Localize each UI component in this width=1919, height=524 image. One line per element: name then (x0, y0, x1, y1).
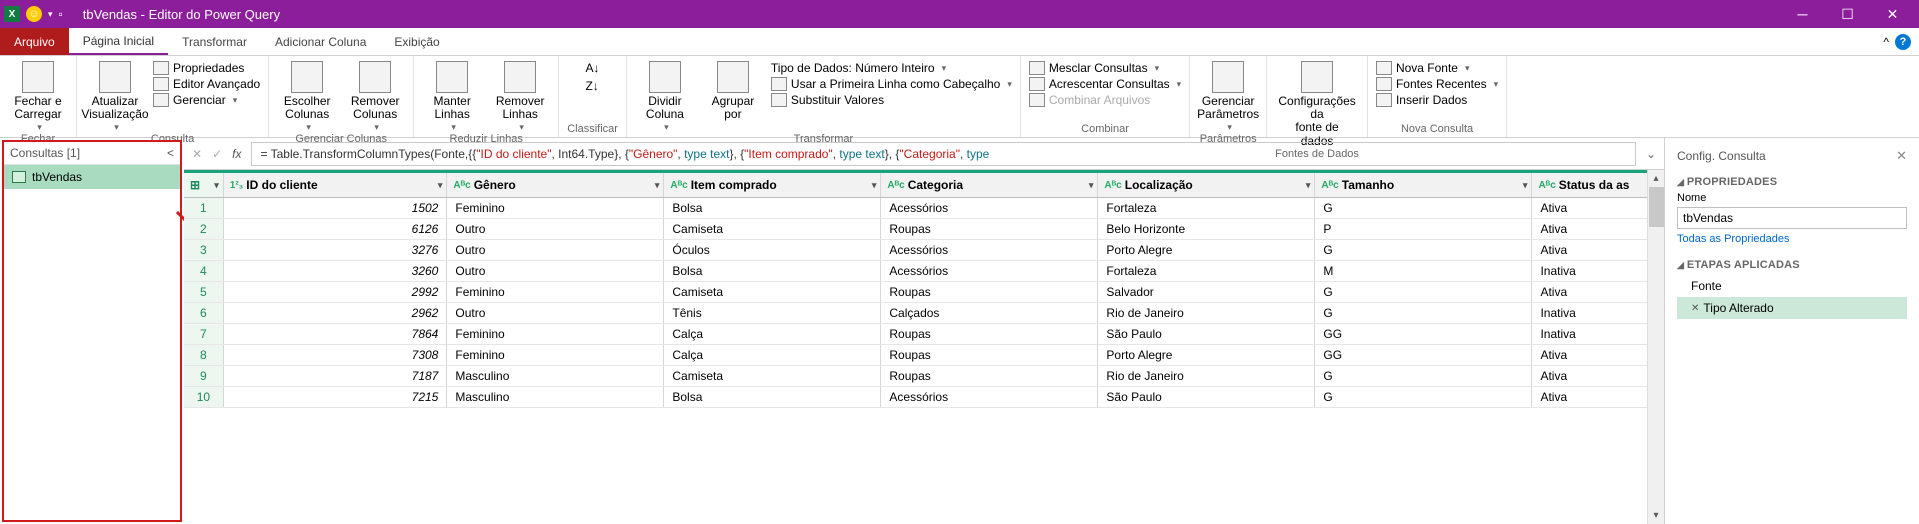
table-row[interactable]: 87308FemininoCalçaRoupasPorto AlegreGGAt… (184, 345, 1664, 366)
file-tab[interactable]: Arquivo (0, 28, 69, 55)
steps-heading: ETAPAS APLICADAS (1677, 259, 1907, 271)
manage-params-button[interactable]: Gerenciar Parâmetros (1198, 61, 1258, 133)
help-icon[interactable]: ? (1895, 34, 1911, 50)
properties-button[interactable]: Propriedades (153, 61, 260, 75)
expand-formula-icon[interactable]: ⌄ (1646, 147, 1656, 161)
name-label: Nome (1677, 192, 1907, 204)
merge-queries-button[interactable]: Mesclar Consultas (1029, 61, 1181, 75)
properties-heading: PROPRIEDADES (1677, 176, 1907, 188)
table-row[interactable]: 97187MasculinoCamisetaRoupasRio de Janei… (184, 366, 1664, 387)
column-header[interactable]: Aᴮc Gênero▾ (447, 172, 664, 198)
tab-home[interactable]: Página Inicial (69, 28, 168, 55)
column-header[interactable]: Aᴮc Localização▾ (1098, 172, 1315, 198)
close-settings-icon[interactable]: ✕ (1896, 148, 1907, 164)
query-settings-panel: Config. Consulta ✕ PROPRIEDADES Nome Toda… (1664, 138, 1919, 524)
vertical-scrollbar[interactable]: ▴▾ (1647, 170, 1664, 524)
group-label: Classificar (567, 123, 618, 137)
adv-editor-button[interactable]: Editor Avançado (153, 77, 260, 91)
column-header[interactable]: Aᴮc Categoria▾ (881, 172, 1098, 198)
column-header[interactable]: Aᴮc Item comprado▾ (664, 172, 881, 198)
cancel-icon[interactable]: ✕ (192, 147, 202, 161)
new-source-button[interactable]: Nova Fonte (1376, 61, 1498, 75)
step-source[interactable]: Fonte (1677, 275, 1907, 297)
combine-files-button[interactable]: Combinar Arquivos (1029, 93, 1181, 107)
collapse-icon[interactable]: < (167, 146, 174, 160)
queries-panel: Consultas [1] < tbVendas (2, 140, 182, 522)
emoji-icon: ☺ (26, 6, 42, 22)
enter-data-button[interactable]: Inserir Dados (1376, 93, 1498, 107)
tab-transform[interactable]: Transformar (168, 28, 261, 55)
table-icon (12, 171, 26, 183)
close-load-button[interactable]: Fechar e Carregar (8, 61, 68, 133)
titlebar: X ☺ ▾ ▫ tbVendas - Editor do Power Query… (0, 0, 1919, 28)
remove-rows-button[interactable]: Remover Linhas (490, 61, 550, 133)
table-row[interactable]: 52992FemininoCamisetaRoupasSalvadorGAtiv… (184, 282, 1664, 303)
append-queries-button[interactable]: Acrescentar Consultas (1029, 77, 1181, 91)
column-header[interactable]: Aᴮc Tamanho▾ (1315, 172, 1532, 198)
remove-cols-button[interactable]: Remover Colunas (345, 61, 405, 133)
formula-input[interactable]: = Table.TransformColumnTypes(Fonte,{{"ID… (251, 142, 1635, 166)
ribbon-tabs: Arquivo Página Inicial Transformar Adici… (0, 28, 1919, 56)
collapse-ribbon-icon[interactable]: ^ (1883, 35, 1889, 49)
all-properties-link[interactable]: Todas as Propriedades (1677, 233, 1907, 245)
table-row[interactable]: 77864FemininoCalçaRoupasSão PauloGGInati… (184, 324, 1664, 345)
tab-addcol[interactable]: Adicionar Coluna (261, 28, 380, 55)
tab-view[interactable]: Exibição (380, 28, 453, 55)
data-table: ⊞▾1²₃ ID do cliente▾Aᴮc Gênero▾Aᴮc Item … (184, 170, 1664, 408)
choose-cols-button[interactable]: Escolher Colunas (277, 61, 337, 133)
manage-button[interactable]: Gerenciar (153, 93, 260, 107)
column-header[interactable]: Aᴮc Status da as▾ (1532, 172, 1664, 198)
query-item[interactable]: tbVendas (4, 165, 180, 189)
keep-rows-button[interactable]: Manter Linhas (422, 61, 482, 133)
query-name-input[interactable] (1677, 207, 1907, 229)
sort-desc-button[interactable]: Z↓ (586, 79, 599, 93)
formula-bar: ✕ ✓ fx = Table.TransformColumnTypes(Font… (184, 138, 1664, 170)
close-button[interactable]: ✕ (1870, 0, 1915, 28)
table-row[interactable]: 11502FemininoBolsaAcessóriosFortalezaGAt… (184, 198, 1664, 219)
group-by-button[interactable]: Agrupar por (703, 61, 763, 121)
dropdown-icon[interactable]: ▾ (48, 9, 53, 20)
fx-icon[interactable]: fx (232, 147, 241, 161)
table-row[interactable]: 43260OutroBolsaAcessóriosFortalezaMInati… (184, 261, 1664, 282)
ribbon: Fechar e Carregar Fechar Atualizar Visua… (0, 56, 1919, 138)
corner-cell[interactable]: ⊞▾ (184, 172, 223, 198)
recent-sources-button[interactable]: Fontes Recentes (1376, 77, 1498, 91)
refresh-button[interactable]: Atualizar Visualização (85, 61, 145, 133)
table-row[interactable]: 62962OutroTênisCalçadosRio de JaneiroGIn… (184, 303, 1664, 324)
excel-icon: X (4, 6, 20, 22)
maximize-button[interactable]: ☐ (1825, 0, 1870, 28)
first-row-header-button[interactable]: Usar a Primeira Linha como Cabeçalho (771, 77, 1012, 91)
datatype-button[interactable]: Tipo de Dados: Número Inteiro (771, 61, 1012, 75)
minimize-button[interactable]: ─ (1780, 0, 1825, 28)
group-label: Nova Consulta (1401, 123, 1473, 137)
data-source-settings-button[interactable]: Configurações da fonte de dados (1287, 61, 1347, 148)
query-label: tbVendas (32, 170, 82, 184)
split-col-button[interactable]: Dividir Coluna (635, 61, 695, 133)
column-header[interactable]: 1²₃ ID do cliente▾ (223, 172, 447, 198)
replace-values-button[interactable]: Substituir Valores (771, 93, 1012, 107)
settings-title: Config. Consulta (1677, 149, 1766, 163)
window-title: tbVendas - Editor do Power Query (63, 7, 1780, 22)
confirm-icon[interactable]: ✓ (212, 147, 222, 161)
table-row[interactable]: 33276OutroÓculosAcessóriosPorto AlegreGA… (184, 240, 1664, 261)
step-changed-type[interactable]: Tipo Alterado (1677, 297, 1907, 319)
table-row[interactable]: 107215MasculinoBolsaAcessóriosSão PauloG… (184, 387, 1664, 408)
queries-header: Consultas [1] (10, 146, 80, 160)
sort-asc-button[interactable]: A↓ (586, 61, 600, 75)
group-label: Combinar (1081, 123, 1129, 137)
table-row[interactable]: 26126OutroCamisetaRoupasBelo HorizontePA… (184, 219, 1664, 240)
